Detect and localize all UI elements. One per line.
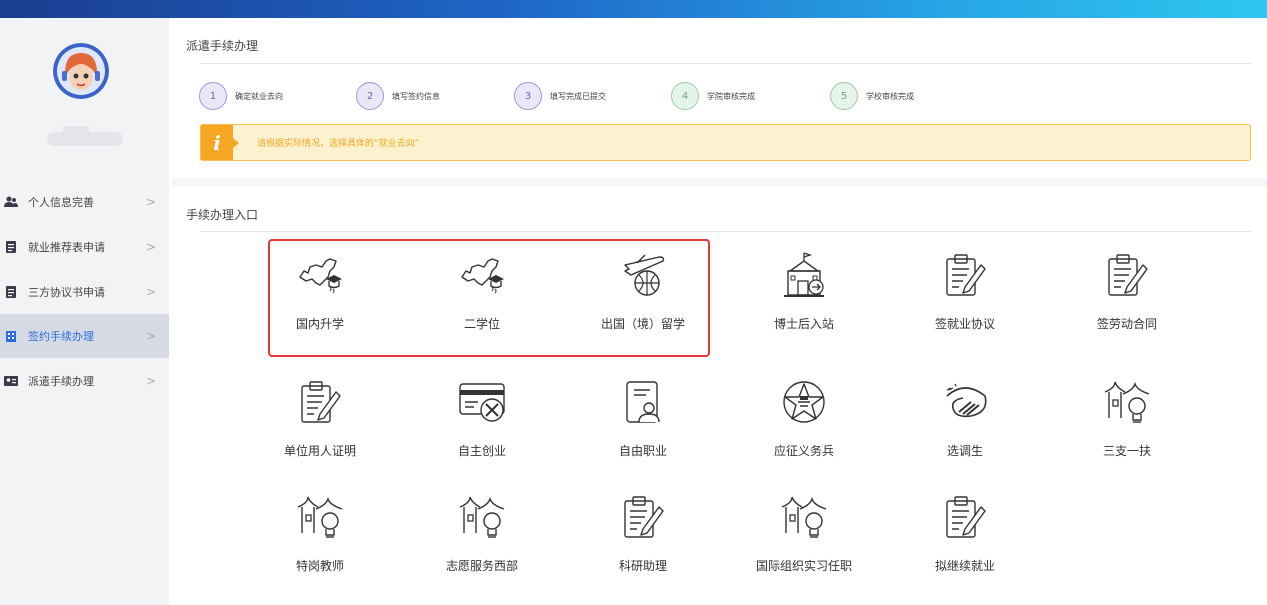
info-icon: i [201,125,239,160]
procedure-tile[interactable]: 应征义务兵 [739,378,869,473]
entry-title: 手续办理入口 [186,208,259,222]
step-number: 2 [356,82,384,110]
tile-label: 科研助理 [618,559,667,573]
clipboard-pen-icon [941,251,989,303]
sidebar-item[interactable]: 签约手续办理 > [0,314,169,358]
tile-label: 特岗教师 [295,559,344,573]
divider [200,63,1251,64]
village-bulb-icon [458,493,506,545]
procedure-tile[interactable]: 博士后入站 [739,251,869,346]
chevron-right-icon: > [146,329,157,343]
step-item: 1 确定就业去向 [199,82,283,110]
step-number: 1 [199,82,227,110]
chevron-right-icon: > [146,374,157,388]
step-label: 填写签约信息 [392,91,440,101]
village-bulb-icon [780,493,828,545]
badge-person-icon [619,378,667,430]
chevron-right-icon: > [146,195,157,209]
section-gap [172,178,1267,186]
user-group-icon [4,196,18,208]
step-item: 4 学院审核完成 [671,82,755,110]
document-icon [4,241,18,253]
chevron-right-icon: > [146,285,157,299]
step-item: 5 学校审核完成 [830,82,914,110]
id-card-icon [4,375,18,387]
village-bulb-icon [296,493,344,545]
procedure-tile[interactable]: 选调生 [900,378,1030,473]
document-icon [4,286,18,298]
tile-label: 签劳动合同 [1096,317,1157,331]
highlight-box [268,239,710,357]
tile-label: 应征义务兵 [773,444,834,458]
chevron-right-icon: > [146,240,157,254]
tile-label: 自由职业 [618,444,667,458]
alert-banner: i 请根据实际情况，选择具体的“就业去向” [200,124,1251,161]
sidebar-item-label: 就业推荐表申请 [28,241,105,254]
clipboard-pen-icon [1103,251,1151,303]
swirl-emblem-icon [941,378,989,430]
tile-label: 单位用人证明 [283,444,356,458]
step-label: 学院审核完成 [707,91,755,101]
step-label: 学校审核完成 [866,91,914,101]
tile-label: 博士后入站 [773,317,834,331]
alert-message: 请根据实际情况，选择具体的“就业去向” [257,139,420,149]
clipboard-pen-icon [941,493,989,545]
procedure-tile[interactable]: 自由职业 [578,378,708,473]
procedure-tile[interactable]: 科研助理 [578,493,708,588]
sidebar-item[interactable]: 派遣手续办理 > [0,359,169,403]
step-number: 5 [830,82,858,110]
procedure-tile[interactable]: 单位用人证明 [255,378,385,473]
dispatch-title: 派遣手续办理 [186,39,259,53]
avatar [53,43,109,99]
sidebar: 个人信息完善 > 就业推荐表申请 > 三方协议书申请 > 签约手续办理 > 派遣手续办理 > [0,18,169,605]
procedure-tile[interactable]: 自主创业 [417,378,547,473]
tile-label: 国际组织实习任职 [755,559,852,573]
tile-label: 志愿服务西部 [445,559,518,573]
username-blurred [47,126,123,146]
procedure-tile[interactable]: 特岗教师 [255,493,385,588]
tile-label: 选调生 [946,444,983,458]
sidebar-item-label: 个人信息完善 [28,196,94,209]
card-tools-icon [458,378,506,430]
step-label: 确定就业去向 [235,91,283,101]
step-item: 3 填写完成已提交 [514,82,606,110]
divider [200,231,1251,232]
step-label: 填写完成已提交 [550,91,606,101]
step-number: 4 [671,82,699,110]
tile-label: 自主创业 [457,444,506,458]
procedure-tile[interactable]: 签劳动合同 [1062,251,1192,346]
sidebar-item-label: 签约手续办理 [28,330,94,343]
step-item: 2 填写签约信息 [356,82,440,110]
tile-label: 三支一扶 [1102,444,1151,458]
step-number: 3 [514,82,542,110]
sidebar-item-label: 三方协议书申请 [28,286,105,299]
procedure-tile[interactable]: 三支一扶 [1062,378,1192,473]
top-banner [0,0,1267,18]
tile-label: 签就业协议 [934,317,995,331]
tile-label: 拟继续就业 [934,559,995,573]
procedure-tile[interactable]: 拟继续就业 [900,493,1030,588]
building-icon [4,330,18,342]
sidebar-item[interactable]: 就业推荐表申请 > [0,225,169,269]
procedure-tile[interactable]: 签就业协议 [900,251,1030,346]
sidebar-item[interactable]: 个人信息完善 > [0,180,169,224]
village-bulb-icon [1103,378,1151,430]
clipboard-pen-icon [619,493,667,545]
procedure-tile[interactable]: 国际组织实习任职 [739,493,869,588]
school-building-icon [780,251,828,303]
sidebar-item[interactable]: 三方协议书申请 > [0,270,169,314]
procedure-tile[interactable]: 志愿服务西部 [417,493,547,588]
clipboard-pen-icon [296,378,344,430]
sidebar-item-label: 派遣手续办理 [28,375,94,388]
army-emblem-icon [780,378,828,430]
